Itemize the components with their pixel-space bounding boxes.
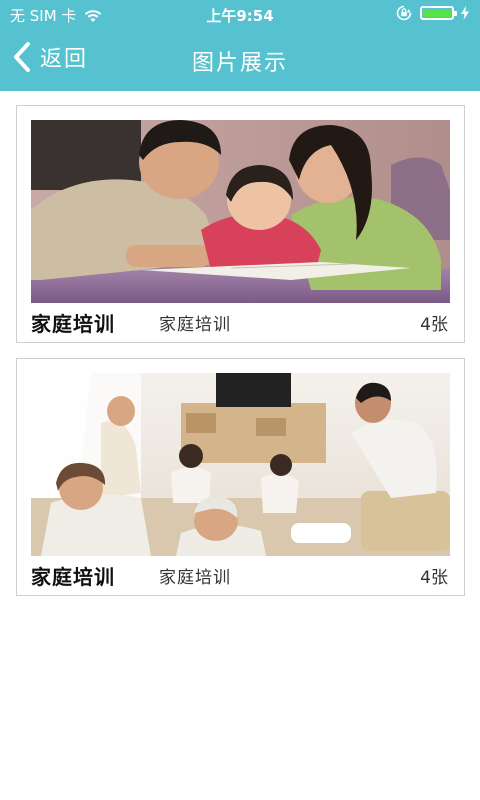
card-subtitle: 家庭培训 [159,568,231,588]
rotation-lock-icon [396,5,412,21]
charging-icon [461,6,469,20]
card-list: 家庭培训 家庭培训 4张 家庭培训 家庭培训 4张 [0,91,480,596]
card-title: 家庭培训 [31,312,115,336]
page-title: 图片展示 [191,51,288,76]
album-card[interactable]: 家庭培训 家庭培训 4张 [16,105,465,343]
battery-level [423,9,451,17]
navigation-bar: 返回 图片展示 [0,28,480,91]
family-reading-photo [31,120,450,303]
card-info: 家庭培训 家庭培训 4张 [31,556,450,595]
header: 无 SIM 卡 上午9:54 返回 图片展示 [0,0,480,91]
card-subtitle: 家庭培训 [159,315,231,335]
status-right [396,5,470,21]
photo-count: 4张 [420,568,448,588]
family-living-room-photo [31,373,450,556]
status-bar: 无 SIM 卡 上午9:54 [0,0,480,28]
photo-count: 4张 [420,315,448,335]
card-title: 家庭培训 [31,565,115,589]
battery-icon [420,6,457,20]
card-info: 家庭培训 家庭培训 4张 [31,303,450,342]
album-card[interactable]: 家庭培训 家庭培训 4张 [16,358,465,596]
